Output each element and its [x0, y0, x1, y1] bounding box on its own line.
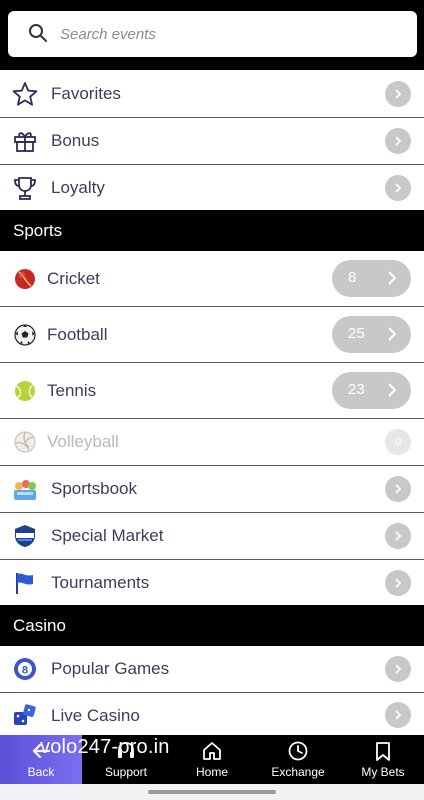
special-market-icon [15, 525, 35, 547]
menu-item-label: Tournaments [51, 573, 150, 592]
menu-item-loyalty[interactable]: Loyalty [0, 165, 424, 211]
section-title: Sports [13, 220, 63, 240]
chevron-right-icon [388, 383, 397, 397]
menu-item-label: Bonus [51, 131, 100, 150]
sport-label: Volleyball [47, 432, 119, 451]
chevron-right-icon[interactable] [385, 175, 411, 201]
menu-item-sportsbook[interactable]: Sportsbook [0, 466, 424, 513]
chevron-right-icon[interactable] [385, 81, 411, 107]
clock-icon [288, 741, 308, 761]
gift-icon [14, 132, 36, 152]
nav-exchange-button[interactable]: Exchange [256, 735, 340, 784]
menu-item-label: Popular Games [51, 659, 170, 678]
football-icon [14, 324, 36, 346]
system-home-bar [0, 784, 424, 800]
event-count-badge[interactable]: 0 [385, 429, 411, 455]
sportsbook-icon [14, 480, 36, 500]
menu-item-live-casino[interactable]: Live Casino [0, 693, 424, 736]
event-count: 8 [348, 269, 357, 286]
nav-label: Home [195, 765, 228, 779]
menu-item-special-market[interactable]: Special Market [0, 513, 424, 560]
chevron-right-icon [388, 271, 397, 285]
chevron-right-icon[interactable] [385, 656, 411, 682]
nav-label: Support [104, 765, 148, 779]
svg-text:8: 8 [22, 665, 28, 677]
chevron-right-icon[interactable] [385, 702, 411, 728]
chevron-right-icon [388, 327, 397, 341]
watermark-text: volo247-pro.in [40, 736, 170, 758]
section-header-casino: Casino [0, 605, 424, 646]
sport-label: Cricket [47, 269, 100, 288]
bookmark-icon [376, 742, 390, 761]
sport-label: Football [47, 325, 108, 344]
nav-label: Back [27, 765, 55, 779]
event-count: 23 [348, 381, 365, 398]
nav-label: My Bets [361, 765, 405, 779]
top-bar [0, 0, 424, 70]
chevron-right-icon[interactable] [385, 523, 411, 549]
sport-label: Tennis [47, 381, 97, 400]
popular-games-icon: 8 [14, 658, 36, 680]
section-title: Casino [13, 615, 66, 635]
menu-item-popular-games[interactable]: 8 Popular Games [0, 646, 424, 693]
trophy-icon [14, 177, 36, 200]
menu-item-label: Live Casino [51, 706, 140, 725]
search-input[interactable] [60, 21, 400, 47]
nav-home-button[interactable]: Home [170, 735, 254, 784]
chevron-right-icon[interactable] [385, 476, 411, 502]
home-icon [203, 742, 221, 760]
nav-my-bets-button[interactable]: My Bets [342, 735, 424, 784]
event-count-pill[interactable]: 8 [332, 260, 411, 297]
chevron-right-icon[interactable] [385, 570, 411, 596]
tennis-ball-icon [15, 381, 35, 401]
nav-label: Exchange [271, 765, 325, 779]
menu-item-tournaments[interactable]: Tournaments [0, 560, 424, 606]
cricket-ball-icon [15, 269, 35, 289]
event-count-pill[interactable]: 23 [332, 372, 411, 409]
star-icon [12, 82, 38, 106]
volleyball-icon [14, 431, 36, 453]
menu-item-favorites[interactable]: Favorites [0, 70, 424, 118]
search-icon [29, 24, 47, 42]
menu-item-label: Sportsbook [51, 479, 137, 498]
sport-item-football[interactable]: Football 25 [0, 307, 424, 363]
dice-icon [14, 704, 36, 725]
menu-item-label: Favorites [51, 84, 121, 103]
menu-item-label: Special Market [51, 526, 164, 545]
sport-item-tennis[interactable]: Tennis 23 [0, 363, 424, 419]
home-indicator[interactable] [148, 790, 276, 794]
sport-item-cricket[interactable]: Cricket 8 [0, 251, 424, 307]
chevron-right-icon[interactable] [385, 128, 411, 154]
search-box[interactable] [8, 11, 417, 57]
sport-item-volleyball[interactable]: Volleyball 0 [0, 419, 424, 466]
menu-item-label: Loyalty [51, 178, 105, 197]
event-count-pill[interactable]: 25 [332, 316, 411, 353]
event-count: 25 [348, 325, 365, 342]
menu-item-bonus[interactable]: Bonus [0, 118, 424, 165]
section-header-sports: Sports [0, 210, 424, 251]
flag-icon [16, 573, 33, 594]
